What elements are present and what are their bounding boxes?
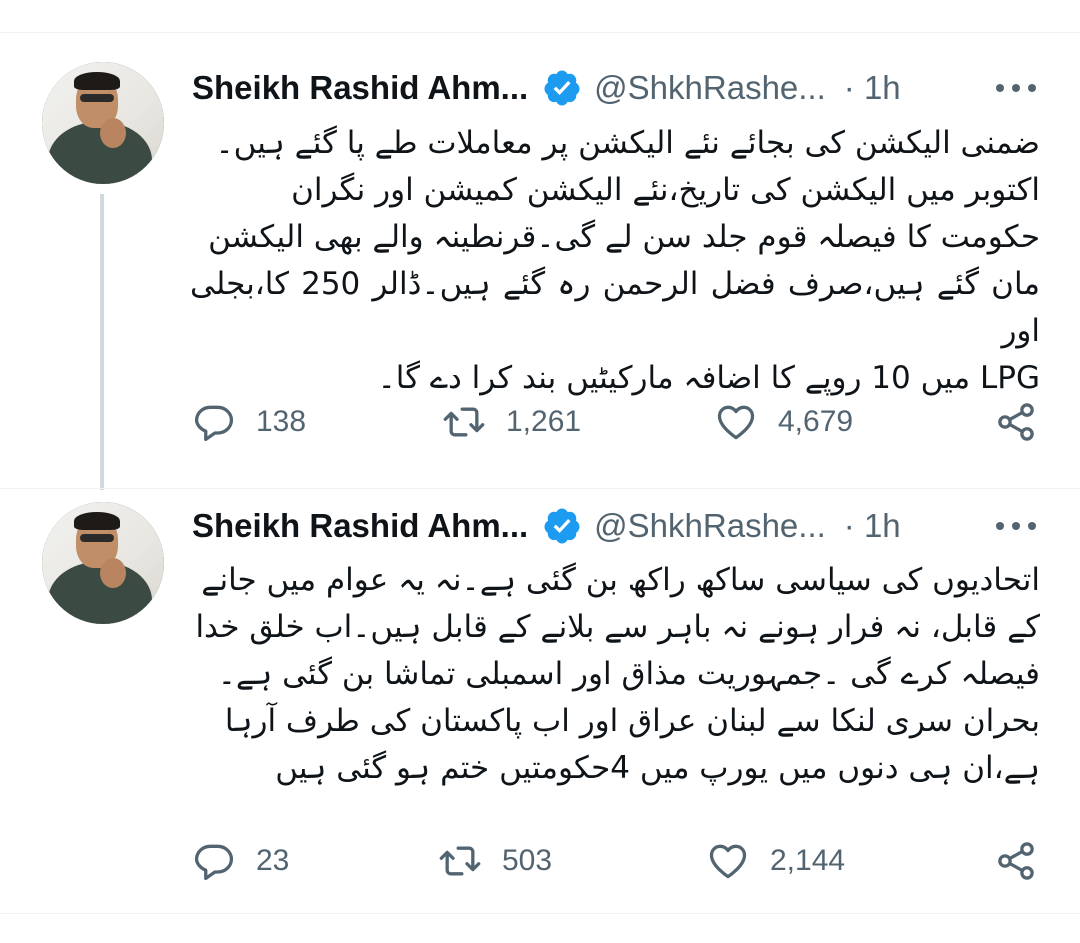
- reply-icon: [194, 405, 234, 442]
- author-handle[interactable]: @ShkhRashe...: [594, 69, 826, 107]
- like-count: 2,144: [770, 844, 846, 877]
- like-button[interactable]: 2,144: [706, 831, 845, 891]
- retweet-button[interactable]: 503: [438, 831, 552, 891]
- tweet-header: Sheikh Rashid Ahm... @ShkhRashe... · 1h: [192, 498, 901, 554]
- share-icon: [998, 842, 1034, 880]
- retweet-count: 503: [502, 844, 553, 877]
- author-name[interactable]: Sheikh Rashid Ahm...: [192, 69, 528, 107]
- reply-count: 23: [256, 844, 290, 877]
- share-button[interactable]: [994, 392, 1038, 452]
- like-count: 4,679: [778, 405, 854, 438]
- tweet-actions: 138 1,261 4,679: [192, 392, 1042, 452]
- author-handle[interactable]: @ShkhRashe...: [594, 507, 826, 545]
- tweet-actions: 23 503 2,144: [192, 831, 1042, 891]
- reply-button[interactable]: 138: [192, 392, 306, 452]
- tweet-text: ضمنی الیکشن کی بجائے نئے الیکشن پر معامل…: [190, 125, 1040, 396]
- like-button[interactable]: 4,679: [714, 392, 853, 452]
- retweet-button[interactable]: 1,261: [442, 392, 581, 452]
- heart-icon: [709, 844, 747, 879]
- tweet-time[interactable]: · 1h: [844, 69, 901, 107]
- author-avatar[interactable]: [42, 62, 164, 184]
- retweet-icon: [443, 407, 485, 437]
- share-button[interactable]: [994, 831, 1038, 891]
- heart-icon: [717, 405, 755, 440]
- share-icon: [998, 403, 1034, 441]
- top-divider: [0, 32, 1080, 33]
- verified-badge-icon: [544, 70, 580, 106]
- verified-badge-icon: [544, 508, 580, 544]
- retweet-icon: [439, 846, 481, 876]
- more-icon[interactable]: [996, 60, 1036, 116]
- reply-icon: [194, 844, 234, 881]
- bottom-divider: [0, 913, 1080, 914]
- reply-count: 138: [256, 405, 307, 438]
- tweet-header: Sheikh Rashid Ahm... @ShkhRashe... · 1h: [192, 60, 901, 116]
- thread-line: [100, 194, 104, 490]
- tweet-time[interactable]: · 1h: [844, 507, 901, 545]
- retweet-count: 1,261: [506, 405, 582, 438]
- author-avatar[interactable]: [42, 502, 164, 624]
- tweet-divider: [0, 488, 1080, 489]
- reply-button[interactable]: 23: [192, 831, 289, 891]
- tweet-text: اتحادیوں کی سیاسی ساکھ راکھ بن گئی ہے۔نہ…: [195, 562, 1040, 786]
- author-name[interactable]: Sheikh Rashid Ahm...: [192, 507, 528, 545]
- more-icon[interactable]: [996, 498, 1036, 554]
